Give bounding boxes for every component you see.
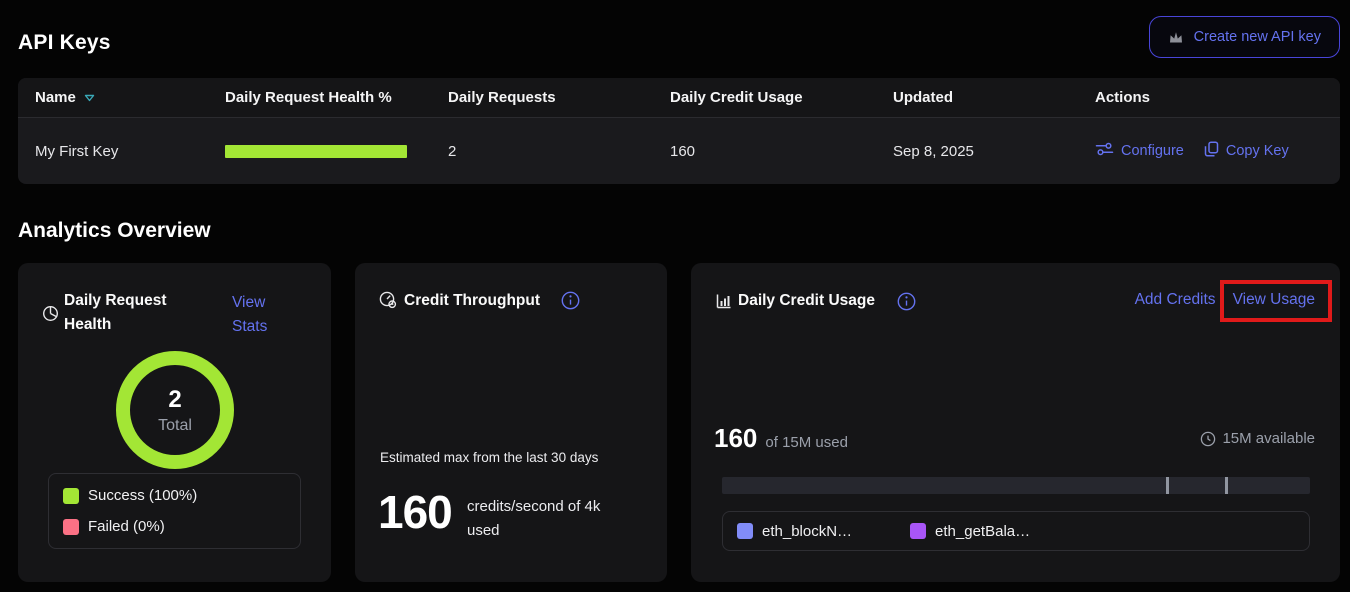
card-title: Daily Credit Usage xyxy=(738,292,875,310)
clock-icon xyxy=(1200,431,1216,447)
progress-tick xyxy=(1225,477,1228,494)
bar-chart-icon xyxy=(716,293,732,309)
column-header-credit-usage: Daily Credit Usage xyxy=(670,89,893,106)
page-title: API Keys xyxy=(18,31,111,55)
configure-button[interactable]: Configure xyxy=(1095,142,1184,160)
credits-used-line: 160 of 15M used xyxy=(714,423,848,454)
copy-key-button[interactable]: Copy Key xyxy=(1204,141,1289,161)
throughput-unit: credits/second of 4k used xyxy=(467,495,635,543)
column-header-name[interactable]: Name xyxy=(35,89,225,106)
view-usage-link[interactable]: View Usage xyxy=(1233,291,1315,309)
donut-total-label: Total xyxy=(158,417,192,435)
table-row: My First Key 2 160 Sep 8, 2025 Configure… xyxy=(18,118,1340,184)
legend-item-success: Success (100%) xyxy=(63,487,286,504)
card-title: Daily Request Health xyxy=(64,289,182,337)
sliders-icon xyxy=(1095,142,1114,160)
view-stats-link[interactable]: View Stats xyxy=(232,291,284,339)
crown-icon xyxy=(1168,30,1184,44)
credit-throughput-card: Credit Throughput Estimated max from the… xyxy=(355,263,667,582)
legend-item-eth-getbalance: eth_getBala… xyxy=(910,523,1030,540)
eth-getbalance-swatch xyxy=(910,523,926,539)
failed-swatch xyxy=(63,519,79,535)
gauge-icon xyxy=(379,291,397,309)
add-credits-link[interactable]: Add Credits xyxy=(1135,291,1216,309)
throughput-value: 160 xyxy=(378,485,452,539)
dashboard-page: { "colors": { "accent_blue": "#6472ef", … xyxy=(0,0,1350,592)
create-api-key-button[interactable]: Create new API key xyxy=(1149,16,1340,58)
success-swatch xyxy=(63,488,79,504)
donut-total-value: 2 xyxy=(168,386,181,414)
api-keys-table: Name Daily Request Health % Daily Reques… xyxy=(18,78,1340,184)
sort-chevron-icon[interactable] xyxy=(84,94,95,102)
create-api-key-label: Create new API key xyxy=(1194,29,1321,45)
credits-available-line: 15M available xyxy=(1200,430,1315,447)
info-icon[interactable] xyxy=(561,291,580,310)
legend-item-failed: Failed (0%) xyxy=(63,518,286,535)
column-header-health: Daily Request Health % xyxy=(225,89,448,106)
throughput-caption: Estimated max from the last 30 days xyxy=(380,450,598,465)
health-bar xyxy=(225,145,407,158)
copy-icon xyxy=(1204,141,1219,161)
analytics-title: Analytics Overview xyxy=(18,219,211,243)
eth-blocknumber-swatch xyxy=(737,523,753,539)
credits-used-value: 160 xyxy=(714,423,757,454)
card-title: Credit Throughput xyxy=(404,292,540,310)
request-health-donut: 2 Total xyxy=(115,350,235,470)
table-header-row: Name Daily Request Health % Daily Reques… xyxy=(18,78,1340,118)
health-legend: Success (100%) Failed (0%) xyxy=(48,473,301,549)
usage-card-links: Add Credits View Usage xyxy=(1135,291,1315,309)
daily-requests-value: 2 xyxy=(448,143,670,160)
column-header-actions: Actions xyxy=(1095,89,1323,106)
daily-credit-usage-card: Daily Credit Usage Add Credits View Usag… xyxy=(691,263,1340,582)
actions-cell: Configure Copy Key xyxy=(1095,141,1323,161)
progress-tick xyxy=(1166,477,1169,494)
daily-credit-usage-value: 160 xyxy=(670,143,893,160)
column-header-requests: Daily Requests xyxy=(448,89,670,106)
credits-available-label: 15M available xyxy=(1222,430,1315,447)
info-icon[interactable] xyxy=(897,292,916,311)
credit-usage-progress-bar xyxy=(722,477,1310,494)
daily-request-health-card: Daily Request Health View Stats 2 Total … xyxy=(18,263,331,582)
updated-value: Sep 8, 2025 xyxy=(893,143,1095,160)
key-name: My First Key xyxy=(35,143,225,160)
legend-item-eth-blocknumber: eth_blockN… xyxy=(737,523,852,540)
usage-legend: eth_blockN… eth_getBala… xyxy=(722,511,1310,551)
credits-used-caption: of 15M used xyxy=(765,434,848,451)
health-bar-cell xyxy=(225,145,448,158)
column-header-updated: Updated xyxy=(893,89,1095,106)
pie-chart-icon xyxy=(42,305,59,322)
